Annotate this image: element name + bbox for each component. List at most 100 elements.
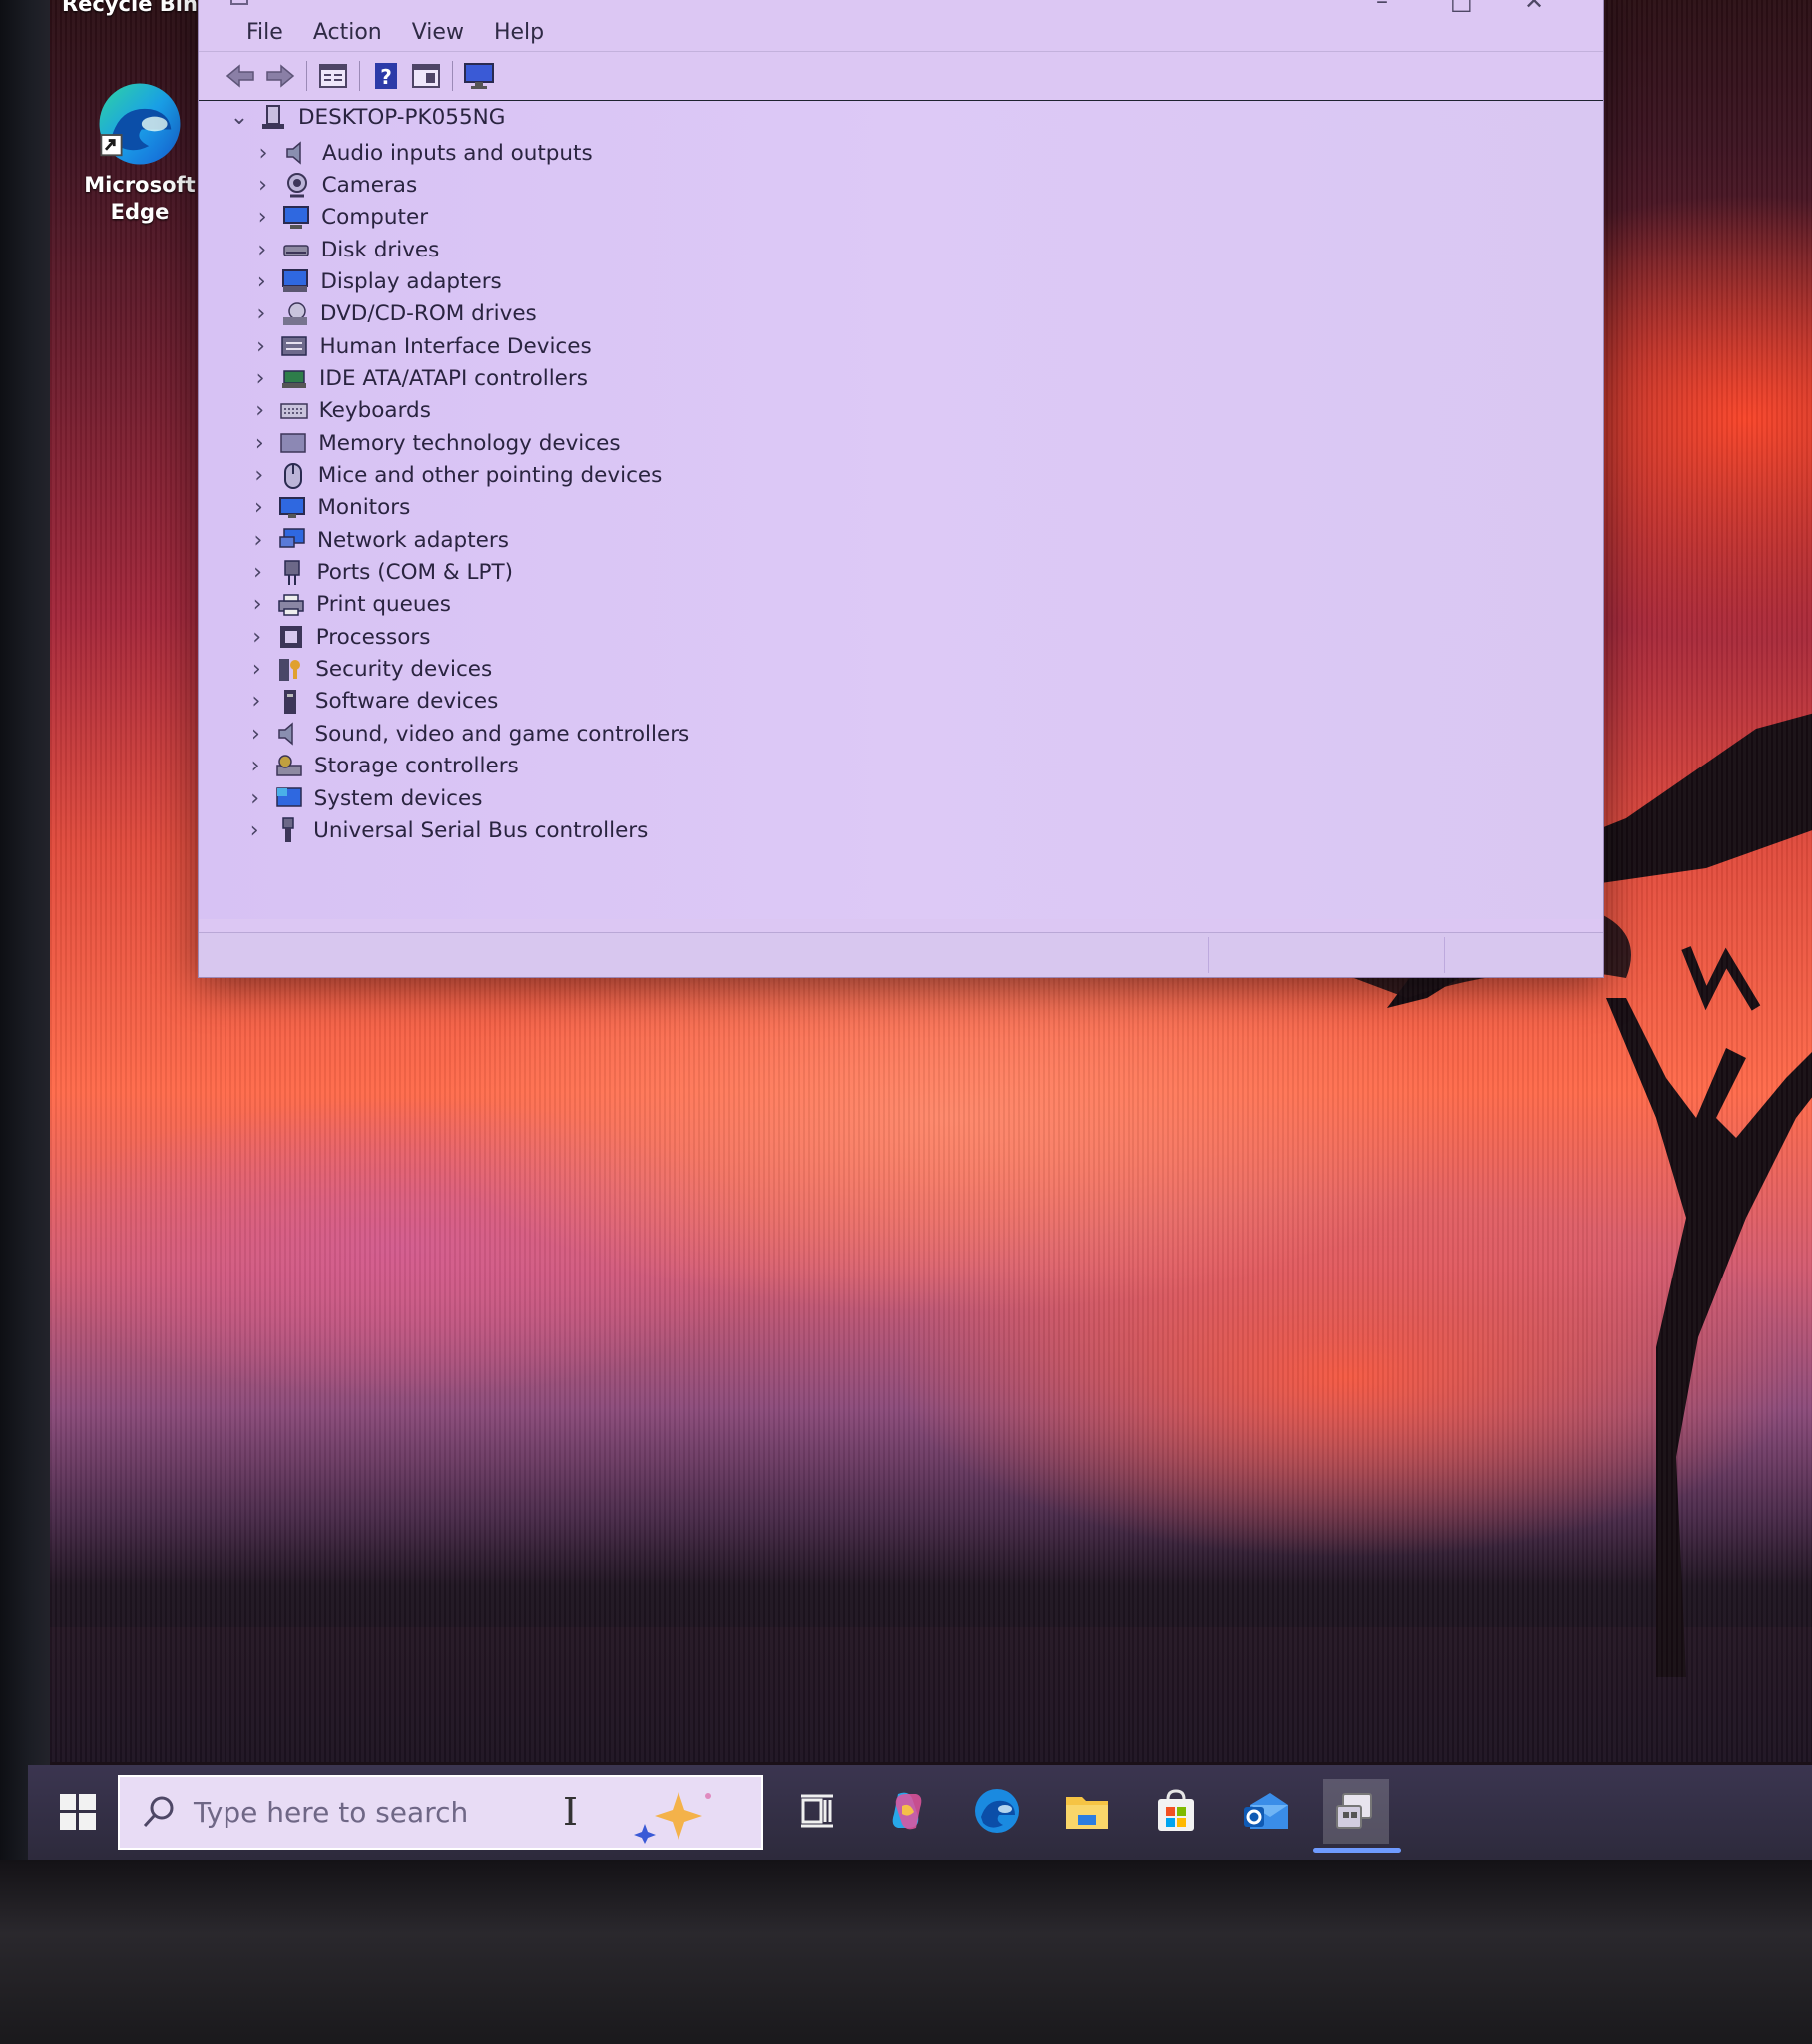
device-category-row[interactable]: › Universal Serial Bus controllers xyxy=(241,814,648,846)
computer-name-label: DESKTOP-PK055NG xyxy=(298,104,506,130)
title-bar[interactable]: – □ ✕ xyxy=(199,0,1603,15)
properties-button[interactable] xyxy=(315,58,351,94)
chevron-right-icon[interactable]: › xyxy=(250,173,276,198)
display-adapter-icon xyxy=(280,268,310,294)
speaker-icon xyxy=(282,140,312,166)
device-category-row[interactable]: › Network adapters xyxy=(245,524,509,556)
device-category-label: Audio inputs and outputs xyxy=(322,140,593,166)
close-button[interactable]: ✕ xyxy=(1524,0,1544,15)
chevron-right-icon[interactable]: › xyxy=(243,657,269,682)
device-category-row[interactable]: › DVD/CD-ROM drives xyxy=(248,298,536,330)
chevron-right-icon[interactable]: › xyxy=(247,334,273,359)
device-category-label: Storage controllers xyxy=(314,754,519,779)
properties-icon xyxy=(319,64,347,88)
device-category-row[interactable]: › Disk drives xyxy=(249,234,439,265)
copilot-button[interactable] xyxy=(874,1779,940,1844)
device-category-row[interactable]: › IDE ATA/ATAPI controllers xyxy=(247,362,588,394)
menu-view[interactable]: View xyxy=(398,16,478,49)
menu-action[interactable]: Action xyxy=(299,16,396,49)
device-category-row[interactable]: › Keyboards xyxy=(247,395,431,427)
chevron-right-icon[interactable]: › xyxy=(244,592,270,617)
device-category-label: Universal Serial Bus controllers xyxy=(313,817,649,843)
device-category-row[interactable]: › Cameras xyxy=(250,169,417,201)
device-category-label: Keyboards xyxy=(318,398,431,424)
device-category-row[interactable]: › Computer xyxy=(249,202,428,234)
chevron-right-icon[interactable]: › xyxy=(247,366,273,391)
menu-help[interactable]: Help xyxy=(480,16,558,49)
show-hide-button[interactable] xyxy=(408,58,444,94)
chevron-right-icon[interactable]: › xyxy=(241,818,267,843)
status-bar xyxy=(199,932,1603,977)
edge-taskbar-button[interactable] xyxy=(964,1779,1030,1844)
chevron-right-icon[interactable]: › xyxy=(247,398,273,423)
device-category-label: System devices xyxy=(313,785,483,811)
edge-shortcut-label: Microsoft Edge xyxy=(84,173,196,224)
device-category-row[interactable]: › Display adapters xyxy=(248,265,502,297)
maximize-button[interactable]: □ xyxy=(1450,0,1473,15)
security-device-icon xyxy=(275,657,305,683)
device-category-label: Processors xyxy=(315,624,431,650)
active-app-indicator xyxy=(1313,1848,1401,1853)
device-category-row[interactable]: › Human Interface Devices xyxy=(247,330,592,362)
chevron-right-icon[interactable]: › xyxy=(245,528,271,553)
monitor-bezel-bottom xyxy=(0,1860,1812,2044)
device-category-row[interactable]: › System devices xyxy=(242,782,483,814)
file-explorer-button[interactable] xyxy=(1054,1779,1120,1844)
device-category-label: Computer xyxy=(321,205,429,231)
chevron-right-icon[interactable]: › xyxy=(250,141,276,166)
recycle-bin-label[interactable]: Recycle Bin xyxy=(62,0,198,16)
device-category-row[interactable]: › Memory technology devices xyxy=(246,427,621,459)
edge-desktop-shortcut[interactable]: Microsoft Edge xyxy=(80,78,200,226)
start-button[interactable] xyxy=(52,1787,104,1838)
help-button[interactable]: ? xyxy=(368,58,404,94)
device-category-row[interactable]: › Mice and other pointing devices xyxy=(246,460,662,492)
chevron-right-icon[interactable]: › xyxy=(249,238,275,262)
forward-button[interactable] xyxy=(262,58,298,94)
device-category-label: Network adapters xyxy=(316,527,509,553)
tree-root-computer[interactable]: ⌄ DESKTOP-PK055NG xyxy=(226,101,506,133)
taskbar-search-box[interactable]: Type here to search I xyxy=(118,1775,763,1850)
chevron-right-icon[interactable]: › xyxy=(242,722,268,747)
device-category-row[interactable]: › Sound, video and game controllers xyxy=(242,718,689,750)
search-placeholder: Type here to search xyxy=(194,1795,469,1829)
help-icon: ? xyxy=(375,63,397,89)
chevron-right-icon[interactable]: › xyxy=(246,463,272,488)
minimize-button[interactable]: – xyxy=(1376,0,1388,15)
chevron-right-icon[interactable]: › xyxy=(249,205,275,230)
chevron-right-icon[interactable]: › xyxy=(246,431,272,456)
chevron-right-icon[interactable]: › xyxy=(248,269,274,294)
chevron-right-icon[interactable]: › xyxy=(245,495,271,520)
device-manager-taskbar-button[interactable] xyxy=(1323,1779,1389,1844)
device-category-row[interactable]: › Ports (COM & LPT) xyxy=(245,557,513,589)
device-category-row[interactable]: › Processors xyxy=(244,621,431,653)
back-button[interactable] xyxy=(223,58,258,94)
chevron-down-icon[interactable]: ⌄ xyxy=(226,105,252,130)
storage-controller-icon xyxy=(274,754,304,779)
chevron-right-icon[interactable]: › xyxy=(248,301,274,326)
chevron-right-icon[interactable]: › xyxy=(245,560,271,585)
menu-file[interactable]: File xyxy=(232,16,297,49)
back-arrow-icon xyxy=(226,64,254,88)
device-category-row[interactable]: › Print queues xyxy=(244,589,451,621)
task-view-icon xyxy=(801,1794,833,1828)
device-category-row[interactable]: › Security devices xyxy=(243,654,492,686)
copilot-icon xyxy=(892,1792,922,1830)
device-category-row[interactable]: › Software devices xyxy=(243,686,498,718)
device-category-row[interactable]: › Storage controllers xyxy=(242,751,519,782)
task-view-button[interactable] xyxy=(784,1779,850,1844)
outlook-button[interactable] xyxy=(1233,1779,1299,1844)
outlook-icon xyxy=(1244,1793,1288,1829)
chevron-right-icon[interactable]: › xyxy=(243,689,269,714)
device-category-label: Display adapters xyxy=(320,268,502,294)
device-category-row[interactable]: › Audio inputs and outputs xyxy=(250,137,593,169)
device-category-row[interactable]: › Monitors xyxy=(245,492,410,524)
copilot-sparkle-icon[interactable] xyxy=(629,1785,728,1844)
chevron-right-icon[interactable]: › xyxy=(242,754,268,778)
usb-icon xyxy=(273,817,303,843)
chevron-right-icon[interactable]: › xyxy=(244,625,270,650)
microsoft-store-button[interactable] xyxy=(1143,1779,1209,1844)
scan-hardware-button[interactable] xyxy=(461,58,497,94)
toolbar-separator xyxy=(452,61,453,91)
device-category-label: Print queues xyxy=(316,592,451,618)
chevron-right-icon[interactable]: › xyxy=(242,786,268,811)
